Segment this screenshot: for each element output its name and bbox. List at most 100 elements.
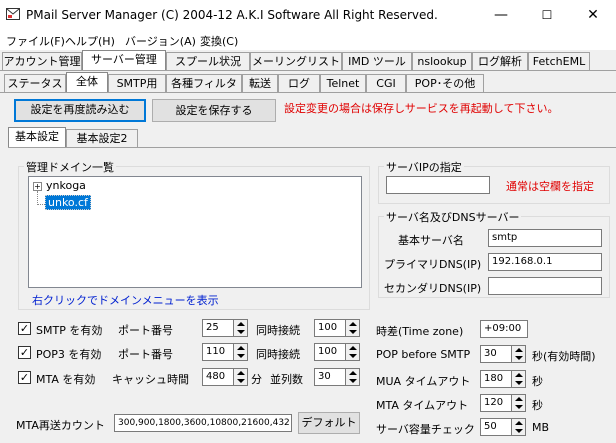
expand-plus-icon[interactable]: + (33, 182, 42, 191)
tab-account[interactable]: アカウント管理 (2, 52, 82, 70)
timezone-label: 時差(Time zone) (376, 325, 464, 338)
tab-log-analysis[interactable]: ログ解析 (472, 52, 528, 70)
default-button[interactable]: デフォルト (298, 412, 360, 434)
pop-before-smtp-spinner[interactable] (512, 345, 526, 363)
pop3-port-spinner[interactable] (234, 343, 248, 361)
menu-help[interactable]: ヘルプ(H) (65, 33, 115, 49)
main-tab-divider (0, 70, 616, 71)
pop3-conn-label: 同時接続 (256, 348, 300, 361)
smtp-port-label: ポート番号 (118, 324, 173, 337)
tab-spool[interactable]: スプール状況 (166, 52, 250, 70)
tab-smtp[interactable]: SMTP用 (108, 74, 166, 92)
tab-basic-settings[interactable]: 基本設定 (8, 127, 66, 147)
restart-notice: 設定変更の場合は保存しサービスを再起動して下さい。 (284, 102, 559, 115)
tab-forward[interactable]: 転送 (242, 74, 278, 92)
tab-basic-settings-2[interactable]: 基本設定2 (66, 129, 138, 147)
secondary-dns-input[interactable] (488, 277, 602, 295)
pop3-enable-checkbox[interactable]: ✓ (18, 346, 31, 359)
mta-enable-label: MTA を有効 (36, 373, 96, 386)
mta-parallel-input[interactable]: 30 (314, 368, 346, 386)
pop-before-smtp-label: POP before SMTP (376, 348, 471, 361)
smtp-port-spinner[interactable] (234, 319, 248, 337)
settings-tab-divider (8, 147, 616, 148)
menu-version[interactable]: バージョン(A) (125, 33, 196, 49)
domain-item-selected[interactable]: unko.cf (45, 195, 91, 210)
window-title: PMail Server Manager (C) 2004-12 A.K.I S… (26, 8, 438, 22)
pop-before-smtp-input[interactable]: 30 (480, 345, 512, 363)
pop3-port-input[interactable]: 110 (202, 343, 234, 361)
timezone-input[interactable]: +09:00 (480, 320, 528, 338)
save-settings-button[interactable]: 設定を保存する (152, 99, 276, 122)
smtp-conn-label: 同時接続 (256, 324, 300, 337)
pop3-conn-input[interactable]: 100 (314, 343, 346, 361)
mta-timeout-spinner[interactable] (512, 394, 526, 412)
mta-cache-unit: 分 (251, 373, 262, 386)
server-ip-hint: 通常は空欄を指定 (506, 180, 594, 193)
smtp-port-input[interactable]: 25 (202, 319, 234, 337)
tab-nslookup[interactable]: nslookup (412, 52, 472, 70)
mta-resend-label: MTA再送カウント (16, 419, 105, 432)
smtp-enable-label: SMTP を有効 (36, 324, 103, 337)
pop3-port-label: ポート番号 (118, 348, 173, 361)
tab-telnet[interactable]: Telnet (320, 74, 366, 92)
secondary-dns-label: セカンダリDNS(IP) (384, 282, 482, 295)
mta-timeout-label: MTA タイムアウト (376, 399, 469, 412)
mta-cache-spinner[interactable] (234, 368, 248, 386)
mta-resend-input[interactable]: 300,900,1800,3600,10800,21600,432 (114, 414, 292, 432)
mta-cache-input[interactable]: 480 (202, 368, 234, 386)
domain-tree[interactable]: + ynkoga unko.cf (28, 176, 362, 288)
disk-check-spinner[interactable] (512, 418, 526, 436)
mta-cache-label: キャッシュ時間 (112, 373, 189, 386)
disk-check-unit: MB (532, 421, 550, 434)
server-ip-input[interactable] (386, 176, 490, 194)
tree-connector (37, 191, 38, 205)
tab-mailinglist[interactable]: メーリングリスト (250, 52, 342, 70)
sub-tab-divider (0, 92, 616, 93)
mua-timeout-label: MUA タイムアウト (376, 375, 471, 388)
domain-item[interactable]: ynkoga (46, 179, 86, 192)
mta-timeout-input[interactable]: 120 (480, 394, 512, 412)
host-name-input[interactable]: smtp (488, 229, 602, 247)
server-ip-title: サーバIPの指定 (384, 159, 464, 175)
menu-bar: ファイル(F) ヘルプ(H) バージョン(A) 変換(C) (0, 30, 616, 50)
smtp-conn-input[interactable]: 100 (314, 319, 346, 337)
tab-log[interactable]: ログ (278, 74, 320, 92)
mta-enable-checkbox[interactable]: ✓ (18, 371, 31, 384)
mua-timeout-input[interactable]: 180 (480, 370, 512, 388)
dns-group-title: サーバ名及びDNSサーバー (384, 209, 522, 225)
close-button[interactable]: ✕ (570, 0, 616, 30)
pop-before-smtp-unit: 秒(有効時間) (532, 350, 596, 363)
pop3-enable-label: POP3 を有効 (36, 348, 102, 361)
tab-general[interactable]: 全体 (66, 72, 108, 92)
mta-timeout-unit: 秒 (532, 399, 543, 412)
tab-filters[interactable]: 各種フィルタ (166, 74, 242, 92)
disk-check-label: サーバ容量チェック (376, 423, 475, 436)
main-tab-strip: アカウント管理 サーバー管理 スプール状況 メーリングリスト IMD ツール n… (0, 50, 616, 71)
smtp-enable-checkbox[interactable]: ✓ (18, 322, 31, 335)
tab-status[interactable]: ステータス (4, 74, 66, 92)
smtp-conn-spinner[interactable] (346, 319, 360, 337)
tab-cgi[interactable]: CGI (366, 74, 406, 92)
tab-imd-tool[interactable]: IMD ツール (342, 52, 412, 70)
mua-timeout-spinner[interactable] (512, 370, 526, 388)
primary-dns-input[interactable]: 192.168.0.1 (488, 253, 602, 271)
reload-settings-button[interactable]: 設定を再度読み込む (14, 99, 146, 122)
tab-server[interactable]: サーバー管理 (82, 50, 166, 70)
domain-menu-hint: 右クリックでドメインメニューを表示 (32, 294, 219, 307)
menu-file[interactable]: ファイル(F) (6, 33, 65, 49)
tab-pop-other[interactable]: POP･その他 (406, 74, 484, 92)
title-bar: PMail Server Manager (C) 2004-12 A.K.I S… (0, 0, 616, 30)
disk-check-input[interactable]: 50 (480, 418, 512, 436)
mua-timeout-unit: 秒 (532, 375, 543, 388)
host-name-label: 基本サーバ名 (398, 234, 464, 247)
domain-list-title: 管理ドメイン一覧 (24, 159, 116, 175)
app-icon (6, 8, 20, 20)
maximize-button[interactable]: ☐ (524, 0, 570, 30)
pop3-conn-spinner[interactable] (346, 343, 360, 361)
settings-tab-strip: 基本設定 基本設定2 (0, 127, 616, 148)
tab-fetcheml[interactable]: FetchEML (528, 52, 590, 70)
menu-convert[interactable]: 変換(C) (200, 33, 238, 49)
sub-tab-strip: ステータス 全体 SMTP用 各種フィルタ 転送 ログ Telnet CGI P… (0, 72, 616, 93)
minimize-button[interactable]: — (478, 0, 524, 30)
mta-parallel-spinner[interactable] (346, 368, 360, 386)
